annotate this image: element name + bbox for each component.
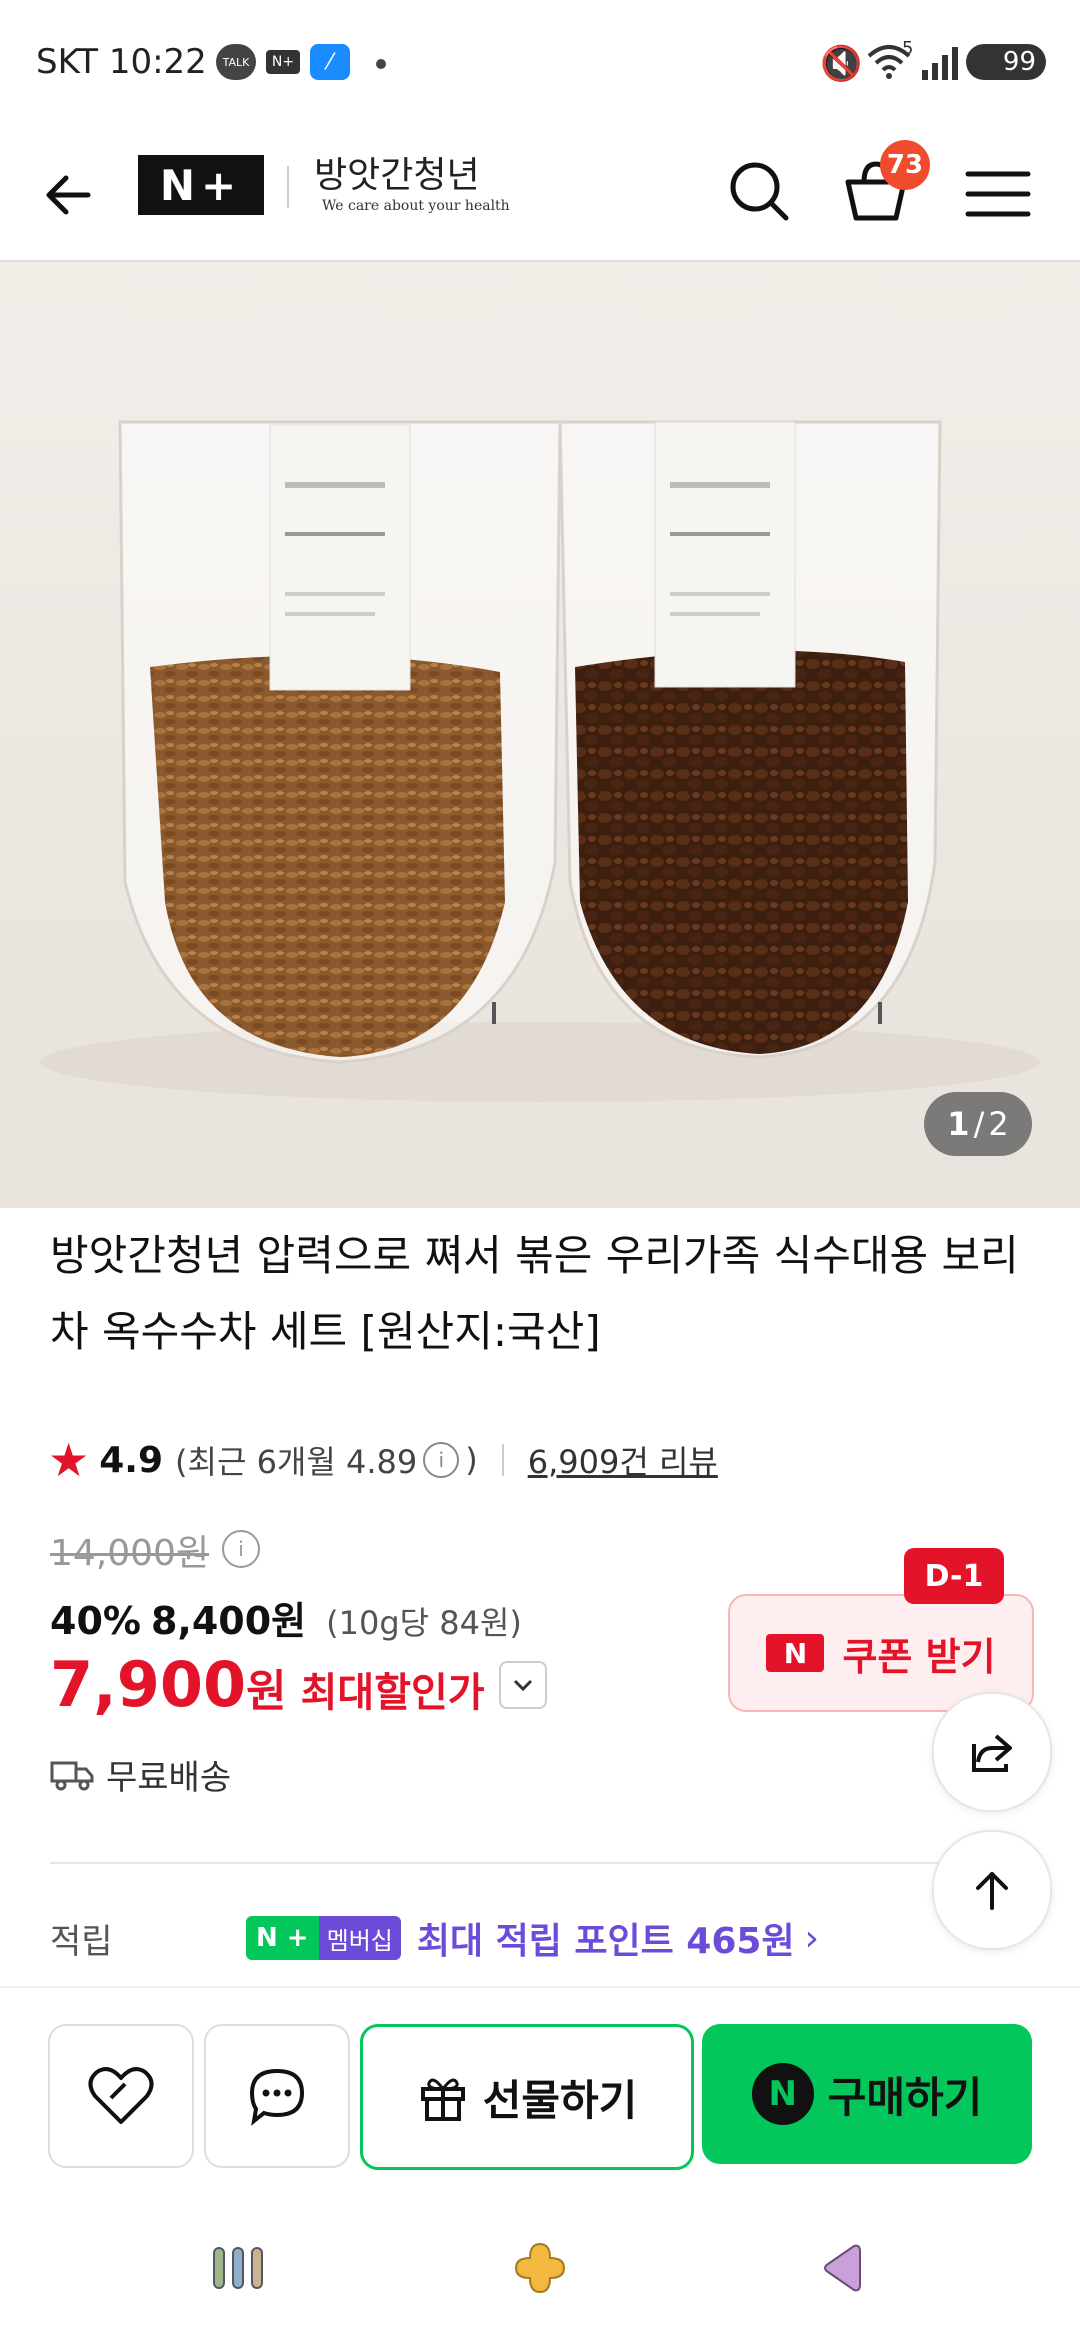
dday-badge: D-1 [904,1548,1004,1604]
app-header: N+ 방앗간청년 We care about your health 73 [0,130,1080,262]
share-button[interactable] [932,1692,1052,1812]
arrow-up-icon [976,1872,1008,1910]
section-divider [50,1862,1030,1864]
max-discount-label: 최대할인가 [300,1670,485,1716]
points-text: 최대 적립 포인트 465원 [416,1921,795,1962]
review-count-link[interactable]: 6,909건 리뷰 [528,1437,718,1483]
buy-button[interactable]: N 구매하기 [702,2024,1032,2164]
signal-label: 5 [902,38,914,59]
battery-level: 99 [1002,47,1036,77]
scroll-top-button[interactable] [932,1830,1052,1950]
wishlist-button[interactable] [48,2024,194,2168]
shipping-text: 무료배송 [106,1758,232,1798]
membership-badge: N + 멤버십 [246,1916,401,1960]
arrow-left-icon [46,175,91,215]
bottom-action-bar: 선물하기 N 구매하기 [0,1986,1080,2198]
recent-apps-button[interactable] [210,2244,266,2296]
coupon-label: 쿠폰 받기 [842,1634,996,1679]
naver-plus-badge-icon: N + [246,1916,319,1960]
rating-divider [501,1444,504,1476]
home-icon [514,2242,566,2294]
rating-value: 4.9 [99,1439,164,1481]
price-info-icon[interactable]: i [222,1530,260,1568]
naver-pay-icon: N [751,2063,814,2125]
recent-rating: (최근 6개월 4.89 [175,1443,418,1481]
cart-count-badge: 73 [880,140,930,190]
product-image[interactable] [0,262,1080,1208]
star-icon: ★ [48,1433,90,1487]
product-title: 방앗간청년 압력으로 쪄서 볶은 우리가족 식수대용 보리차 옥수수차 세트 [… [50,1231,1019,1356]
info-icon[interactable]: i [423,1442,460,1478]
gift-button[interactable]: 선물하기 [360,2024,694,2170]
image-counter-sep: / [973,1105,985,1143]
image-counter-current: 1 [947,1105,970,1143]
recent-apps-icon [213,2247,263,2289]
hamburger-icon [965,171,1031,217]
sale-price: 8,400원 [150,1599,307,1643]
search-button[interactable] [720,152,800,232]
share-icon [972,1734,1012,1772]
store-name[interactable]: 방앗간청년 [314,146,480,198]
points-label: 적립 [50,1921,113,1962]
original-price: 14,000원 [50,1533,210,1574]
unit-price: (10g당 84원) [326,1604,522,1642]
rating-row: ★ 4.9 (최근 6개월 4.89 i ) 6,909건 리뷰 [48,1430,718,1490]
naver-plus-icon: N+ [266,50,300,74]
system-nav-bar [0,2196,1080,2340]
chat-icon [249,2068,305,2126]
mute-icon: 🔇 [820,44,863,84]
gift-icon [420,2078,465,2121]
app-icon: ⁄ [310,44,350,80]
chat-button[interactable] [204,2024,350,2168]
back-nav-button[interactable] [818,2240,866,2300]
home-button[interactable] [512,2240,568,2300]
image-counter: 1 / 2 [924,1092,1032,1156]
max-price-unit: 원 [246,1666,287,1717]
image-counter-total: 2 [988,1105,1009,1143]
buy-label: 구매하기 [827,2072,983,2122]
sale-price-row: 40% 8,400원 (10g당 84원) [50,1590,522,1645]
search-icon [730,162,789,221]
max-discount-row: 7,900 원 최대할인가 [50,1648,547,1721]
gift-label: 선물하기 [482,2075,638,2125]
truck-icon [50,1761,94,1790]
coupon-icon: N [766,1634,825,1672]
chevron-right-icon: › [804,1917,819,1959]
store-tagline: We care about your health [322,198,510,214]
back-triangle-icon [824,2244,861,2292]
menu-button[interactable] [960,156,1036,232]
product-photo [40,420,1040,1102]
points-row[interactable]: 적립 N + 멤버십 최대 적립 포인트 465원 › [50,1912,819,1964]
expand-price-button[interactable] [498,1660,547,1709]
recent-rating-close: ) [465,1441,478,1479]
signal-icon [920,46,960,84]
heart-icon [88,2067,154,2124]
shipping-row: 무료배송 [50,1750,231,1799]
header-separator [287,166,289,208]
battery-icon: 99 [966,44,1046,80]
carrier-time: SKT 10:22 [36,42,207,82]
membership-label: 멤버십 [318,1916,401,1960]
discount-rate: 40% [50,1599,141,1643]
naver-plus-logo[interactable]: N+ [138,155,264,215]
chevron-down-icon [513,1679,532,1691]
max-price: 7,900 [50,1648,247,1721]
status-bar: SKT 10:22 TALK N+ ⁄ 🔇 5 99 [0,0,1080,130]
dot-icon [376,59,386,69]
talk-icon: TALK [216,44,256,80]
back-button[interactable] [36,160,106,230]
